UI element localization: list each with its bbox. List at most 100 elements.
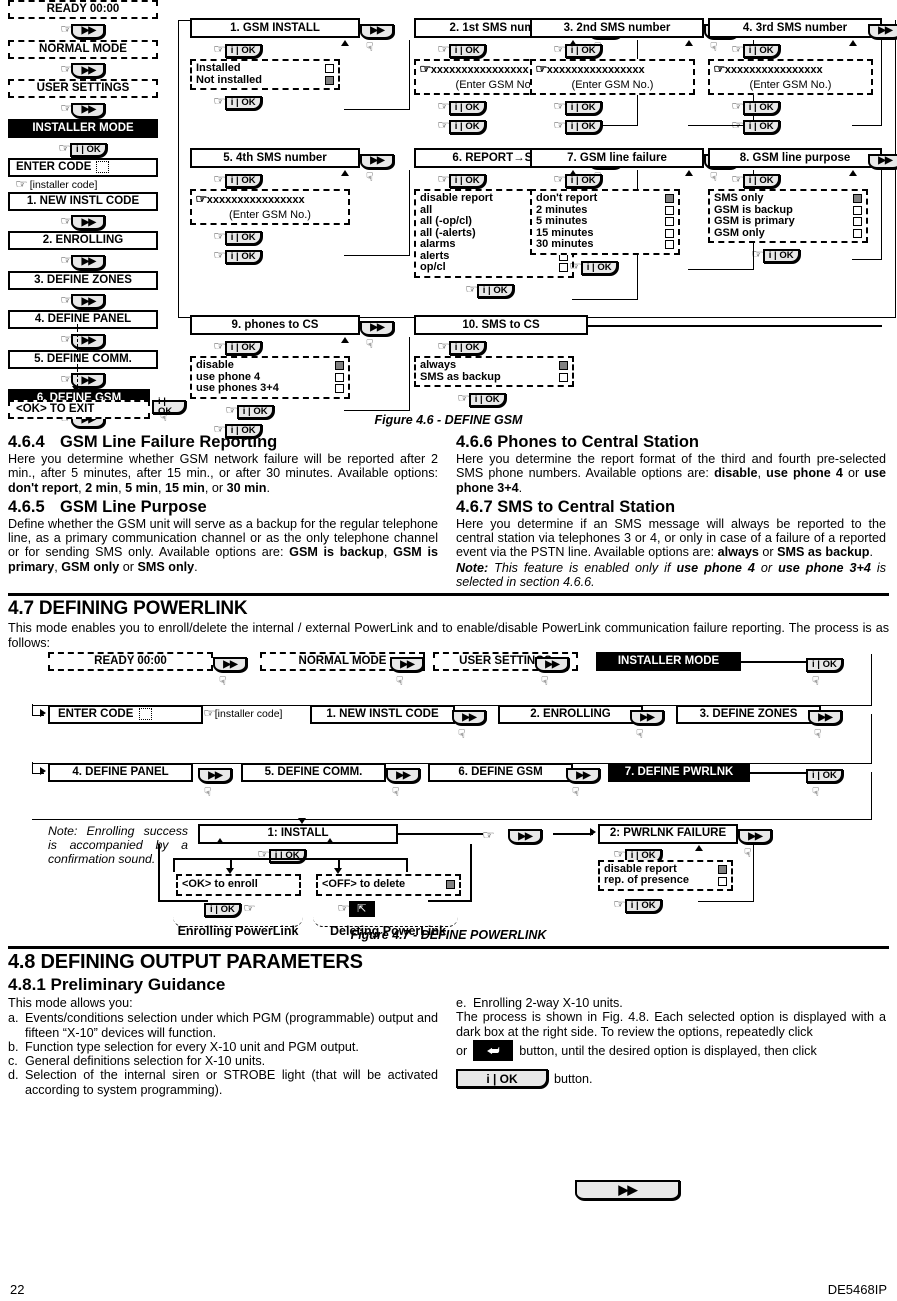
ok-button[interactable]: i | OK	[236, 404, 274, 419]
ok-button[interactable]: i | OK	[580, 260, 618, 275]
ok-button[interactable]: i | OK	[456, 1069, 548, 1089]
checkbox[interactable]	[335, 384, 344, 394]
next-button[interactable]: ▶▶	[630, 710, 664, 726]
ok-button[interactable]: i | OK	[448, 120, 486, 134]
checkbox[interactable]	[335, 372, 344, 382]
checkbox[interactable]	[665, 240, 674, 250]
sidebar-item-user-settings[interactable]: USER SETTINGS	[8, 79, 158, 98]
ok-button[interactable]: i | OK	[476, 283, 514, 298]
step-7-title[interactable]: 7. GSM line failure	[530, 148, 704, 168]
next-button[interactable]: ▶▶	[360, 23, 394, 39]
ok-button[interactable]: i | OK	[69, 142, 107, 157]
ok-button[interactable]: i | OK	[448, 174, 486, 188]
next-button[interactable]: ▶▶	[390, 657, 424, 673]
gsm-number-input[interactable]: xxxxxxxxxxxxxxxx	[725, 64, 823, 76]
checkbox[interactable]	[559, 372, 568, 382]
next-button[interactable]: ▶▶	[738, 829, 772, 845]
ok-button[interactable]: i | OK	[224, 231, 262, 245]
pl-ready[interactable]: READY 00:00	[48, 651, 213, 671]
step-3-title[interactable]: 3. 2nd SMS number	[530, 18, 704, 38]
option-row[interactable]: SMS as backup	[420, 371, 568, 384]
ok-button[interactable]: i | OK	[742, 120, 780, 134]
option-row[interactable]: SMS only	[714, 192, 862, 205]
sidebar-item-installer-mode[interactable]: INSTALLER MODE	[8, 118, 158, 138]
gsm-number-input[interactable]: xxxxxxxxxxxxxxxx	[207, 194, 305, 206]
next-button[interactable]: ▶▶	[868, 153, 897, 169]
next-button[interactable]: ▶▶	[71, 23, 106, 39]
ok-button[interactable]: i | OK	[152, 397, 186, 417]
option-row[interactable]: Not installed	[196, 74, 334, 87]
exit-prompt[interactable]: <OK> TO EXIT	[8, 400, 150, 419]
gsm-number-input[interactable]: xxxxxxxxxxxxxxxx	[547, 64, 645, 76]
ok-button[interactable]: i | OK	[564, 120, 602, 134]
pl-define-panel[interactable]: 4. DEFINE PANEL	[48, 762, 193, 782]
option-row[interactable]: disable	[196, 359, 344, 372]
next-button[interactable]: ▶▶	[808, 710, 842, 726]
sidebar-item-define-panel[interactable]: 4. DEFINE PANEL	[8, 310, 158, 329]
ok-button[interactable]: i | OK	[268, 848, 306, 863]
ok-button[interactable]: i | OK	[224, 44, 262, 58]
sidebar-item-ready[interactable]: READY 00:00	[8, 0, 158, 19]
ok-button[interactable]: i | OK	[806, 657, 843, 672]
ok-button[interactable]: i | OK	[448, 341, 486, 355]
step-4-title[interactable]: 4. 3rd SMS number	[708, 18, 882, 38]
checkbox[interactable]	[325, 64, 334, 74]
gsm-number-input[interactable]: xxxxxxxxxxxxxxxx	[431, 64, 529, 76]
next-button[interactable]: ▶▶	[360, 153, 394, 169]
ok-button[interactable]: i | OK	[742, 101, 780, 115]
option-row[interactable]: 5 minutes	[536, 215, 674, 228]
next-button[interactable]: ▶▶	[868, 23, 897, 39]
next-button[interactable]: ▶▶	[198, 768, 232, 784]
option-row[interactable]: 30 minutes	[536, 238, 674, 251]
ok-button[interactable]: i | OK	[564, 44, 602, 58]
pl-enrolling[interactable]: 2. ENROLLING	[498, 704, 643, 724]
step-4-entry[interactable]: ☞xxxxxxxxxxxxxxxx (Enter GSM No.)	[708, 59, 873, 95]
next-button[interactable]: ▶▶	[508, 829, 542, 845]
next-button[interactable]: ▶▶	[360, 320, 394, 336]
pl-new-instl-code[interactable]: 1. NEW INSTL CODE	[310, 704, 455, 724]
checkbox-selected[interactable]	[325, 75, 334, 85]
next-button[interactable]: ▶▶	[71, 102, 106, 118]
next-button[interactable]: ▶▶	[452, 710, 486, 726]
pl-failure-title[interactable]: 2: PWRLNK FAILURE	[598, 823, 738, 844]
sidebar-item-normal-mode[interactable]: NORMAL MODE	[8, 39, 158, 59]
ok-button[interactable]: i | OK	[742, 174, 780, 188]
sidebar-item-new-instl-code[interactable]: 1. NEW INSTL CODE	[8, 191, 158, 211]
ok-button[interactable]: i | OK	[624, 898, 662, 913]
pl-install-title[interactable]: 1: INSTALL	[198, 823, 398, 844]
step-8-title[interactable]: 8. GSM line purpose	[708, 148, 882, 168]
step-10-title[interactable]: 10. SMS to CS	[414, 315, 588, 335]
next-button[interactable]: ▶▶	[575, 1180, 680, 1200]
pl-define-gsm[interactable]: 6. DEFINE GSM	[428, 762, 573, 782]
pl-define-comm[interactable]: 5. DEFINE COMM.	[241, 762, 386, 782]
option-row[interactable]: always	[420, 359, 568, 372]
checkbox[interactable]	[665, 217, 674, 227]
ok-button[interactable]: i | OK	[224, 174, 262, 188]
checkbox[interactable]	[665, 205, 674, 215]
step-5-title[interactable]: 5. 4th SMS number	[190, 148, 360, 168]
checkbox-selected[interactable]	[335, 361, 344, 371]
ok-button[interactable]: i | OK	[204, 902, 241, 917]
pl-enter-code[interactable]: ENTER CODE	[48, 704, 203, 724]
ok-button[interactable]: i | OK	[224, 341, 262, 355]
next-button[interactable]: ▶▶	[213, 657, 247, 673]
checkbox-selected[interactable]	[446, 880, 455, 890]
option-row[interactable]: use phones 3+4	[196, 382, 344, 395]
sidebar-item-define-zones[interactable]: 3. DEFINE ZONES	[8, 270, 158, 290]
sidebar-item-define-comm[interactable]: 5. DEFINE COMM.	[8, 349, 158, 369]
option-row[interactable]: Installed	[196, 62, 334, 75]
checkbox[interactable]	[665, 228, 674, 238]
ok-button[interactable]: i | OK	[742, 44, 780, 58]
ok-button[interactable]: i | OK	[224, 423, 262, 438]
checkbox-selected[interactable]	[559, 361, 568, 371]
back-button[interactable]: ⇱	[348, 901, 375, 918]
ok-button[interactable]: i | OK	[224, 96, 262, 110]
step-3-entry[interactable]: ☞xxxxxxxxxxxxxxxx (Enter GSM No.)	[530, 59, 695, 95]
pl-define-pwrlnk[interactable]: 7. DEFINE PWRLNK	[608, 762, 750, 782]
step-1-title[interactable]: 1. GSM INSTALL	[190, 18, 360, 38]
ok-button[interactable]: i | OK	[468, 393, 506, 407]
checkbox-selected[interactable]	[665, 194, 674, 204]
pl-delete-box[interactable]: <OFF> to delete	[316, 873, 461, 896]
sidebar-item-enter-code[interactable]: ENTER CODE	[8, 157, 158, 177]
next-button[interactable]: ▶▶	[386, 768, 420, 784]
